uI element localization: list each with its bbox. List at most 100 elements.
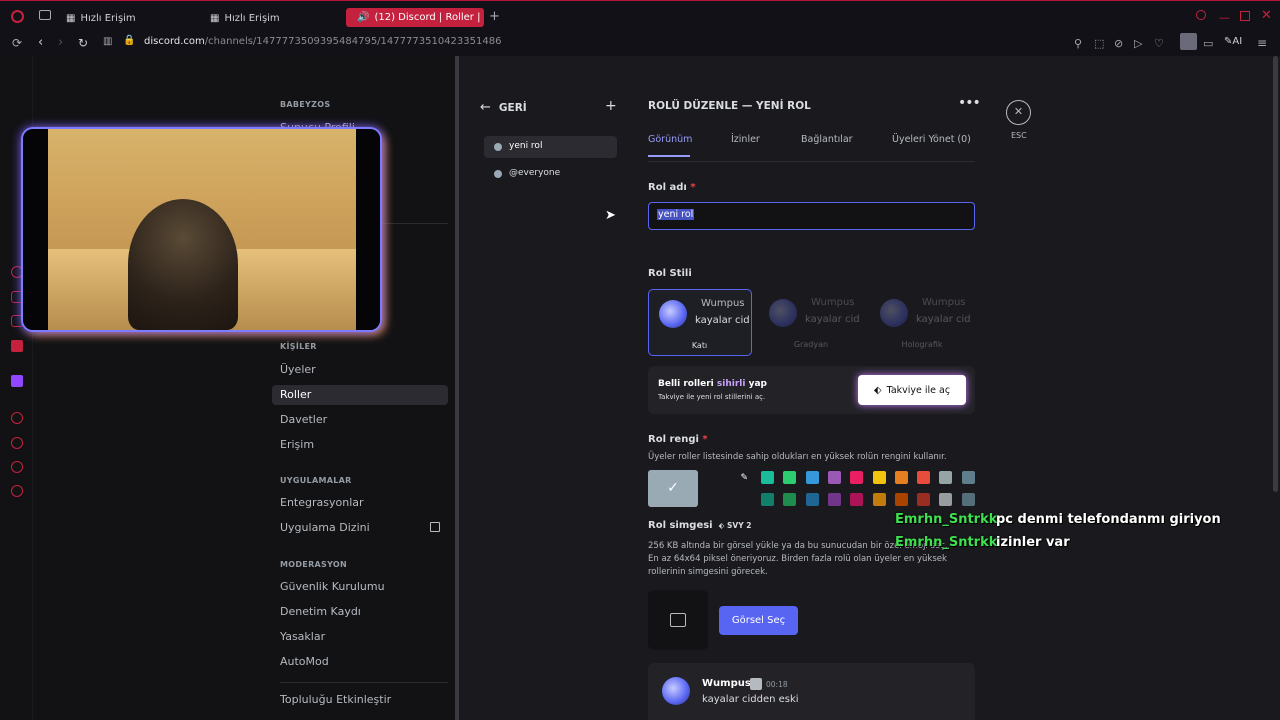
maximize-icon[interactable] bbox=[1240, 11, 1250, 21]
opera-logo-icon[interactable] bbox=[11, 10, 24, 23]
player-icon[interactable]: ▷ bbox=[1134, 38, 1142, 49]
tab-label: Hızlı Erişim bbox=[80, 12, 136, 24]
role-preview-card: Wumpus 00:18 kayalar cidden eski bbox=[648, 663, 975, 720]
minimize-icon[interactable]: — bbox=[1219, 12, 1230, 23]
snapshot-icon[interactable]: ⬚ bbox=[1094, 38, 1104, 49]
color-swatch[interactable] bbox=[894, 493, 908, 506]
close-button[interactable]: ✕ bbox=[1006, 100, 1031, 125]
heart-icon[interactable]: ♡ bbox=[1154, 38, 1164, 49]
ai-label: AI bbox=[1232, 36, 1243, 47]
role-row-everyone[interactable]: @everyone bbox=[484, 163, 617, 185]
tab-manage-members[interactable]: Üyeleri Yönet (0) bbox=[892, 134, 971, 145]
custom-color-swatch[interactable]: ✎ bbox=[705, 470, 753, 507]
back-button[interactable]: ← GERİ bbox=[480, 100, 527, 115]
settings-gear-icon[interactable] bbox=[11, 485, 23, 497]
color-swatch[interactable] bbox=[761, 471, 774, 484]
workspaces-icon[interactable] bbox=[39, 10, 51, 20]
close-icon: ✕ bbox=[1013, 105, 1024, 118]
tab-discord[interactable]: 🔊 (12) Discord | Roller | b bbox=[346, 8, 484, 27]
gmail-icon[interactable] bbox=[11, 340, 23, 352]
battery-saver-icon[interactable]: ▭ bbox=[1203, 38, 1213, 49]
color-swatch[interactable] bbox=[894, 471, 908, 484]
color-swatch[interactable] bbox=[827, 493, 841, 506]
role-icon-upload[interactable] bbox=[648, 590, 708, 650]
tab-permissions[interactable]: İzinler bbox=[731, 134, 760, 145]
tab-label: (12) Discord | Roller | b bbox=[374, 12, 484, 23]
sidebar-item-safety-setup[interactable]: Güvenlik Kurulumu bbox=[280, 580, 385, 593]
color-swatch[interactable] bbox=[850, 493, 864, 506]
color-swatch[interactable] bbox=[850, 471, 864, 484]
color-swatch[interactable] bbox=[805, 471, 819, 484]
sidebar-item-bans[interactable]: Yasaklar bbox=[280, 630, 325, 643]
back-icon[interactable]: ‹ bbox=[38, 36, 43, 49]
sidebar-item-roles[interactable]: Roller bbox=[272, 385, 448, 405]
color-swatch[interactable] bbox=[783, 471, 797, 484]
boost-unlock-button[interactable]: ⬖ Takviye ile aç bbox=[858, 375, 966, 405]
messenger-icon[interactable] bbox=[11, 266, 23, 278]
tab-display[interactable]: Görünüm bbox=[648, 134, 692, 145]
role-row-yeni-rol[interactable]: yeni rol bbox=[484, 136, 617, 158]
menu-icon[interactable]: ≡ bbox=[1257, 37, 1267, 49]
sidebar-item-access[interactable]: Erişim bbox=[280, 438, 314, 451]
scroll-thumb[interactable] bbox=[1273, 56, 1278, 492]
new-tab-icon[interactable]: + bbox=[489, 10, 500, 23]
sidebar-item-enable-community[interactable]: Topluluğu Etkinleştir bbox=[280, 693, 391, 706]
extensions-icon[interactable] bbox=[11, 461, 23, 473]
adblock-icon[interactable]: ⊘ bbox=[1114, 38, 1123, 49]
tab-underline bbox=[648, 155, 690, 157]
sidebar-item-automod[interactable]: AutoMod bbox=[280, 655, 329, 668]
style-option-gradient[interactable]: Wumpus kayalar cid Gradyan bbox=[759, 289, 863, 356]
speaker-icon[interactable]: 🔊 bbox=[357, 12, 369, 23]
tab-speed-dial-1[interactable]: ▦ Hızlı Erişim bbox=[66, 8, 136, 28]
more-options-icon[interactable]: ••• bbox=[958, 96, 981, 110]
color-swatch[interactable] bbox=[961, 471, 975, 484]
url-path: /channels/1477773509395484795/1477773510… bbox=[204, 36, 502, 47]
color-swatch[interactable] bbox=[783, 493, 797, 506]
section-apps: UYGULAMALAR bbox=[280, 476, 352, 485]
history-icon[interactable] bbox=[11, 437, 23, 449]
preview-name: Wumpus bbox=[811, 297, 855, 308]
color-swatch[interactable] bbox=[917, 471, 931, 484]
tab-links[interactable]: Bağlantılar bbox=[801, 134, 853, 145]
search-tabs-icon[interactable] bbox=[1196, 10, 1206, 20]
address-bar: ⟳ ‹ › ↻ ▥ 🔒 discord.com/channels/1477773… bbox=[0, 32, 1280, 56]
aria-icon[interactable]: ✎AI bbox=[1224, 37, 1242, 47]
sidebar-item-invites[interactable]: Davetler bbox=[280, 413, 327, 426]
instagram-icon[interactable] bbox=[11, 315, 23, 327]
choose-image-button[interactable]: Görsel Seç bbox=[719, 606, 798, 635]
sidebar-item-members[interactable]: Üyeler bbox=[280, 363, 316, 376]
url-field[interactable]: discord.com/channels/1477773509395484795… bbox=[144, 36, 501, 47]
plus-icon[interactable]: + bbox=[605, 99, 617, 113]
whatsapp-icon[interactable] bbox=[11, 291, 23, 303]
reload-sidebar-icon[interactable]: ⟳ bbox=[12, 37, 22, 49]
pin-icon[interactable]: ⚲ bbox=[1074, 38, 1082, 49]
chat-username: Emrhn_Sntrkk bbox=[895, 535, 998, 550]
style-option-solid[interactable]: Wumpus kayalar cid Katı bbox=[648, 289, 752, 356]
style-option-holographic[interactable]: Wumpus kayalar cid Holografik bbox=[870, 289, 974, 356]
color-swatch[interactable] bbox=[939, 471, 953, 484]
role-name-input[interactable]: yeni rol bbox=[648, 202, 975, 230]
color-swatch[interactable] bbox=[805, 493, 819, 506]
sidebar-item-app-directory[interactable]: Uygulama Dizini bbox=[280, 521, 370, 534]
profile-avatar-icon[interactable] bbox=[1180, 33, 1197, 50]
color-swatch[interactable] bbox=[939, 493, 953, 506]
color-swatch[interactable] bbox=[872, 493, 886, 506]
default-color-swatch[interactable]: ✓ bbox=[648, 470, 698, 507]
forward-icon[interactable]: › bbox=[58, 36, 63, 49]
color-swatch[interactable] bbox=[961, 493, 975, 506]
color-swatch[interactable] bbox=[872, 471, 886, 484]
color-swatch[interactable] bbox=[761, 493, 774, 506]
page-scrollbar[interactable] bbox=[1271, 56, 1280, 720]
refresh-icon[interactable]: ↻ bbox=[78, 37, 88, 49]
sidebar-item-integrations[interactable]: Entegrasyonlar bbox=[280, 496, 364, 509]
player-rail-icon[interactable] bbox=[11, 412, 23, 424]
close-window-icon[interactable]: ✕ bbox=[1261, 9, 1272, 22]
site-info-icon[interactable]: ▥ bbox=[103, 37, 112, 47]
preview-text: kayalar cid bbox=[916, 314, 970, 325]
twitch-icon[interactable] bbox=[11, 375, 23, 387]
color-swatch[interactable] bbox=[917, 493, 931, 506]
sidebar-item-audit-log[interactable]: Denetim Kaydı bbox=[280, 605, 361, 618]
lock-icon[interactable]: 🔒 bbox=[123, 36, 135, 46]
color-swatch[interactable] bbox=[827, 471, 841, 484]
tab-speed-dial-2[interactable]: ▦ Hızlı Erişim bbox=[210, 8, 280, 28]
